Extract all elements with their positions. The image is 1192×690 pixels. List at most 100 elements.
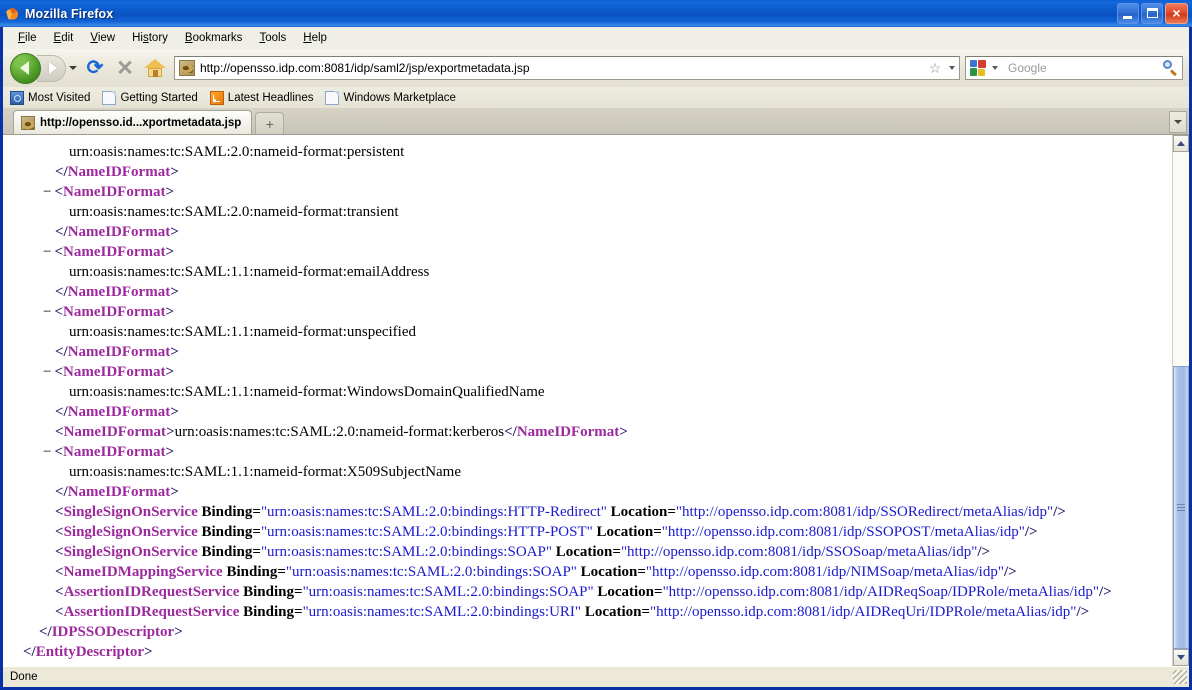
menu-bookmarks[interactable]: Bookmarks (177, 30, 252, 46)
search-bar[interactable]: Google (965, 56, 1183, 80)
xml-token-br: </ (39, 624, 52, 640)
window-title: Mozilla Firefox (25, 6, 114, 21)
xml-token-br: < (55, 544, 64, 560)
url-text[interactable]: http://opensso.idp.com:8081/idp/saml2/js… (200, 61, 925, 75)
xml-token-br: < (55, 564, 64, 580)
page-favicon (179, 60, 195, 76)
collapse-toggle-icon[interactable]: − (43, 184, 51, 200)
xml-token-eq: = (612, 544, 621, 560)
xml-token-tag: NameIDFormat (63, 364, 166, 380)
resize-grip-icon[interactable] (1173, 670, 1187, 684)
xml-token-attr: Binding (243, 604, 294, 620)
collapse-toggle-icon[interactable]: − (43, 364, 51, 380)
google-icon[interactable] (970, 60, 986, 76)
firefox-window: Mozilla Firefox × File Edit View History… (0, 0, 1192, 690)
xml-token-br: < (54, 184, 64, 200)
xml-token-tag: NameIDFormat (67, 224, 171, 240)
xml-token-br: /> (977, 544, 991, 560)
history-dropdown-button[interactable] (66, 57, 80, 79)
scroll-up-button[interactable] (1173, 135, 1189, 152)
xml-line: <AssertionIDRequestService Binding="urn:… (3, 602, 1172, 622)
address-bar[interactable]: http://opensso.idp.com:8081/idp/saml2/js… (174, 56, 960, 80)
stop-icon: ✕ (116, 56, 134, 80)
list-all-tabs-button[interactable] (1169, 111, 1187, 133)
collapse-toggle-icon[interactable]: − (43, 304, 51, 320)
menu-file[interactable]: File (10, 30, 46, 46)
xml-token-tag: IDPSSODescriptor (51, 624, 175, 640)
menu-history[interactable]: History (124, 30, 177, 46)
xml-token-attr: Binding (201, 504, 253, 520)
xml-token-val: "urn:oasis:names:tc:SAML:2.0:bindings:HT… (260, 524, 593, 540)
xml-token-br: </ (23, 644, 36, 660)
xml-token-val: "http://opensso.idp.com:8081/idp/SSOPOST… (661, 524, 1025, 540)
xml-token-tag: NameIDFormat (67, 164, 171, 180)
bookmark-getting-started[interactable]: Getting Started (102, 90, 198, 105)
xml-line: </EntityDescriptor> (3, 642, 1172, 662)
xml-token-eq: = (637, 564, 646, 580)
reload-button[interactable]: ⟳ (80, 53, 110, 83)
bookmark-latest-headlines[interactable]: Latest Headlines (209, 90, 313, 105)
xml-token-br: /> (1003, 564, 1017, 580)
bookmark-label: Most Visited (28, 91, 91, 104)
xml-token-val: "urn:oasis:names:tc:SAML:2.0:bindings:UR… (302, 604, 582, 620)
scrollbar-thumb[interactable] (1173, 365, 1189, 649)
xml-token-tag: NameIDFormat (63, 184, 166, 200)
new-tab-button[interactable]: + (255, 112, 285, 134)
menu-view[interactable]: View (82, 30, 124, 46)
collapse-toggle-icon[interactable]: − (43, 444, 51, 460)
xml-token-attr: Location (597, 584, 654, 600)
scroll-down-button[interactable] (1173, 649, 1189, 666)
xml-line: </IDPSSODescriptor> (3, 622, 1172, 642)
xml-token-tag: AssertionIDRequestService (63, 604, 240, 620)
xml-token-attr: Location (555, 544, 613, 560)
search-icon[interactable] (1160, 59, 1182, 77)
xml-token-eq: = (667, 504, 676, 520)
xml-token-tag: EntityDescriptor (35, 644, 145, 660)
xml-token-br: > (166, 424, 175, 440)
xml-line: <SingleSignOnService Binding="urn:oasis:… (3, 542, 1172, 562)
xml-token-br: </ (55, 284, 68, 300)
close-button[interactable]: × (1165, 3, 1188, 24)
xml-line: urn:oasis:names:tc:SAML:2.0:nameid-forma… (3, 142, 1172, 162)
forward-button[interactable] (37, 54, 66, 82)
xml-line: urn:oasis:names:tc:SAML:2.0:nameid-forma… (3, 202, 1172, 222)
xml-token-br: /> (1024, 524, 1038, 540)
vertical-scrollbar[interactable] (1172, 135, 1189, 666)
menu-bar: File Edit View History Bookmarks Tools H… (3, 27, 1189, 49)
home-button[interactable] (140, 53, 170, 83)
xml-token-br: /> (1053, 504, 1066, 520)
xml-token-tag: NameIDFormat (67, 284, 171, 300)
minimize-button[interactable] (1117, 3, 1139, 24)
window-controls: × (1117, 3, 1190, 24)
xml-token-tag: AssertionIDRequestService (63, 584, 240, 600)
xml-token-eq: = (252, 504, 261, 520)
menu-tools[interactable]: Tools (251, 30, 295, 46)
address-dropdown-icon[interactable] (945, 66, 959, 70)
xml-token-tag: NameIDFormat (63, 424, 167, 440)
search-engine-dropdown-icon[interactable] (988, 66, 1002, 70)
xml-token-val: "http://opensso.idp.com:8081/idp/AIDReqU… (650, 604, 1077, 620)
bookmark-windows-marketplace[interactable]: Windows Marketplace (325, 90, 456, 105)
xml-token-br: > (165, 444, 175, 460)
xml-line: − <NameIDFormat> (3, 362, 1172, 382)
tab-exportmetadata[interactable]: http://opensso.id...xportmetadata.jsp (13, 110, 253, 134)
back-button[interactable] (10, 52, 41, 84)
bookmark-star-icon[interactable]: ☆ (925, 61, 945, 75)
xml-token-txt: urn:oasis:names:tc:SAML:1.1:nameid-forma… (69, 264, 430, 280)
scrollbar-track[interactable] (1173, 152, 1189, 649)
menu-help[interactable]: Help (295, 30, 336, 46)
xml-token-txt: urn:oasis:names:tc:SAML:1.1:nameid-forma… (69, 384, 545, 400)
bookmark-most-visited[interactable]: Most Visited (10, 90, 91, 105)
xml-token-br: /> (1098, 584, 1112, 600)
firefox-icon (4, 6, 20, 22)
xml-token-txt: urn:oasis:names:tc:SAML:2.0:nameid-forma… (69, 144, 405, 160)
xml-token-eq: = (294, 584, 303, 600)
minimize-icon (1123, 16, 1132, 19)
xml-token-br: </ (55, 344, 68, 360)
stop-button[interactable]: ✕ (110, 53, 140, 83)
search-input[interactable]: Google (1002, 61, 1160, 75)
maximize-button[interactable] (1141, 3, 1163, 24)
menu-edit[interactable]: Edit (46, 30, 83, 46)
xml-line: − <NameIDFormat> (3, 242, 1172, 262)
collapse-toggle-icon[interactable]: − (43, 244, 51, 260)
